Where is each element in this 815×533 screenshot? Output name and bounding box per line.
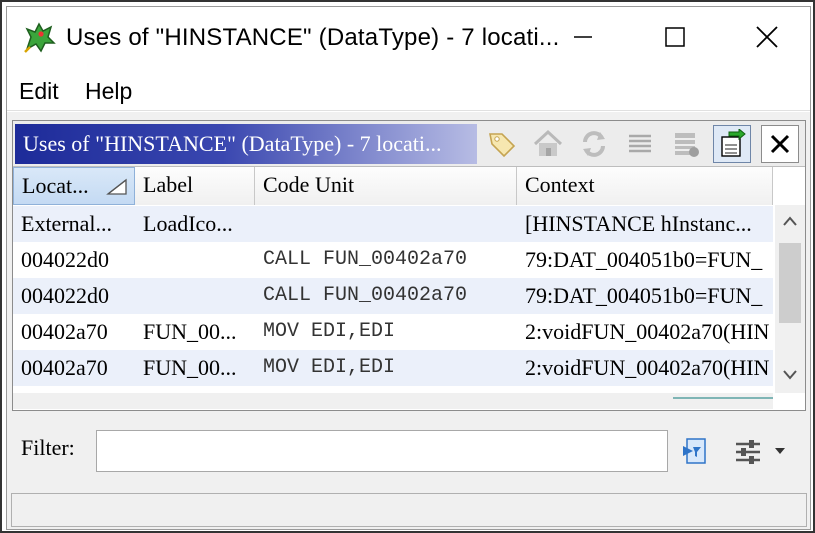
cell-label: [135, 242, 255, 278]
refresh-icon: [583, 131, 605, 157]
home-button[interactable]: [529, 125, 567, 163]
go-to-icon: [721, 129, 746, 157]
cell-context: 2:voidFUN_00402a70(HIN: [525, 319, 770, 344]
references-panel: Uses of "HINSTANCE" (DataType) - 7 locat…: [12, 120, 806, 411]
column-header-location[interactable]: Locat...: [13, 167, 135, 205]
cell-location: 004022d0: [21, 247, 109, 272]
title-bar[interactable]: Uses of "HINSTANCE" (DataType) - 7 locat…: [7, 7, 810, 67]
table-row[interactable]: External... LoadIco... [HINSTANCE hInsta…: [13, 206, 773, 242]
filter-label: Filter:: [21, 435, 75, 460]
maximize-icon: [665, 27, 685, 47]
tag-button[interactable]: [483, 125, 521, 163]
column-header-context[interactable]: Context: [517, 167, 773, 205]
filter-options-button[interactable]: [729, 432, 767, 470]
list-button[interactable]: [621, 125, 659, 163]
cell-code-unit: CALL FUN_00402a70: [263, 248, 468, 271]
window-title: Uses of "HINSTANCE" (DataType) - 7 locat…: [66, 24, 560, 51]
table-row[interactable]: 004022d0 CALL FUN_00402a70 79:DAT_004051…: [13, 278, 773, 314]
horizontal-scrollbar[interactable]: [13, 393, 773, 409]
cell-label: FUN_00...: [143, 355, 237, 380]
maximize-button[interactable]: [629, 7, 721, 67]
table-row[interactable]: 004022d0 CALL FUN_00402a70 79:DAT_004051…: [13, 242, 773, 278]
panel-title[interactable]: Uses of "HINSTANCE" (DataType) - 7 locat…: [15, 124, 477, 164]
filter-dropdown-button[interactable]: [767, 432, 793, 470]
filter-text-button[interactable]: [677, 432, 715, 470]
cell-location: 004022d0: [21, 283, 109, 308]
cell-context: 2:voidFUN_00402a70(HIN: [525, 355, 770, 380]
ghidra-dragon-icon: [24, 22, 56, 53]
export-table-button[interactable]: [667, 125, 705, 163]
cell-context: 79:DAT_004051b0=FUN_: [525, 283, 763, 308]
table-header: Locat... Label Code Unit Context: [13, 167, 773, 205]
table-export-icon: [675, 133, 699, 157]
minimize-button[interactable]: [537, 7, 629, 67]
refresh-button[interactable]: [575, 125, 613, 163]
table-row[interactable]: 00402a70 FUN_00... MOV EDI,EDI 2:voidFUN…: [13, 350, 773, 386]
tag-icon: [489, 133, 516, 158]
cell-location: 00402a70: [21, 319, 108, 344]
cell-label: [135, 278, 255, 314]
cell-context: 79:DAT_004051b0=FUN_: [525, 247, 763, 272]
sort-ascending-icon: [106, 178, 127, 195]
status-bar: [11, 493, 807, 527]
column-header-code-unit[interactable]: Code Unit: [255, 167, 517, 205]
cell-label: LoadIco...: [143, 211, 233, 236]
cell-label: FUN_00...: [143, 319, 237, 344]
close-button[interactable]: [721, 7, 810, 67]
menu-bar: Edit Help: [7, 71, 810, 111]
references-window: Uses of "HINSTANCE" (DataType) - 7 locat…: [6, 6, 811, 530]
screenshot-frame: Uses of "HINSTANCE" (DataType) - 7 locat…: [0, 0, 815, 533]
sliders-icon: [736, 440, 760, 464]
scroll-up-button[interactable]: [775, 207, 805, 235]
minimize-icon: [574, 36, 592, 38]
vertical-scrollbar[interactable]: [775, 205, 805, 393]
close-icon: [770, 134, 790, 154]
menu-help[interactable]: Help: [85, 78, 132, 105]
horizontal-scrollbar-thumb[interactable]: [673, 397, 773, 399]
cell-location: External...: [21, 211, 113, 236]
references-table: Locat... Label Code Unit Context Externa…: [13, 167, 805, 410]
cell-context: [HINSTANCE hInstanc...: [525, 211, 752, 236]
panel-close-button[interactable]: [761, 125, 799, 163]
chevron-up-icon: [783, 216, 797, 226]
filter-input[interactable]: [96, 430, 668, 472]
table-row[interactable]: 00402a70 FUN_00... MOV EDI,EDI 2:voidFUN…: [13, 314, 773, 350]
close-icon: [756, 26, 778, 48]
cell-code-unit: MOV EDI,EDI: [263, 356, 396, 379]
panel-header: Uses of "HINSTANCE" (DataType) - 7 locat…: [13, 121, 805, 167]
content-area: Uses of "HINSTANCE" (DataType) - 7 locat…: [7, 112, 810, 529]
scrollbar-thumb[interactable]: [779, 243, 801, 323]
menu-edit[interactable]: Edit: [19, 78, 59, 105]
home-icon: [533, 129, 563, 156]
cell-code-unit: MOV EDI,EDI: [263, 320, 396, 343]
column-header-label: Locat...: [22, 173, 89, 198]
chevron-down-icon: [783, 370, 797, 380]
dropdown-arrow-icon: [775, 448, 785, 454]
scroll-down-button[interactable]: [775, 361, 805, 389]
cell-code-unit: CALL FUN_00402a70: [263, 284, 468, 307]
go-to-button[interactable]: [713, 125, 751, 163]
column-header-label[interactable]: Label: [135, 167, 255, 205]
cell-location: 00402a70: [21, 355, 108, 380]
document-filter-icon: [683, 438, 706, 464]
list-icon: [629, 134, 651, 153]
cell-code-unit: [255, 206, 517, 242]
